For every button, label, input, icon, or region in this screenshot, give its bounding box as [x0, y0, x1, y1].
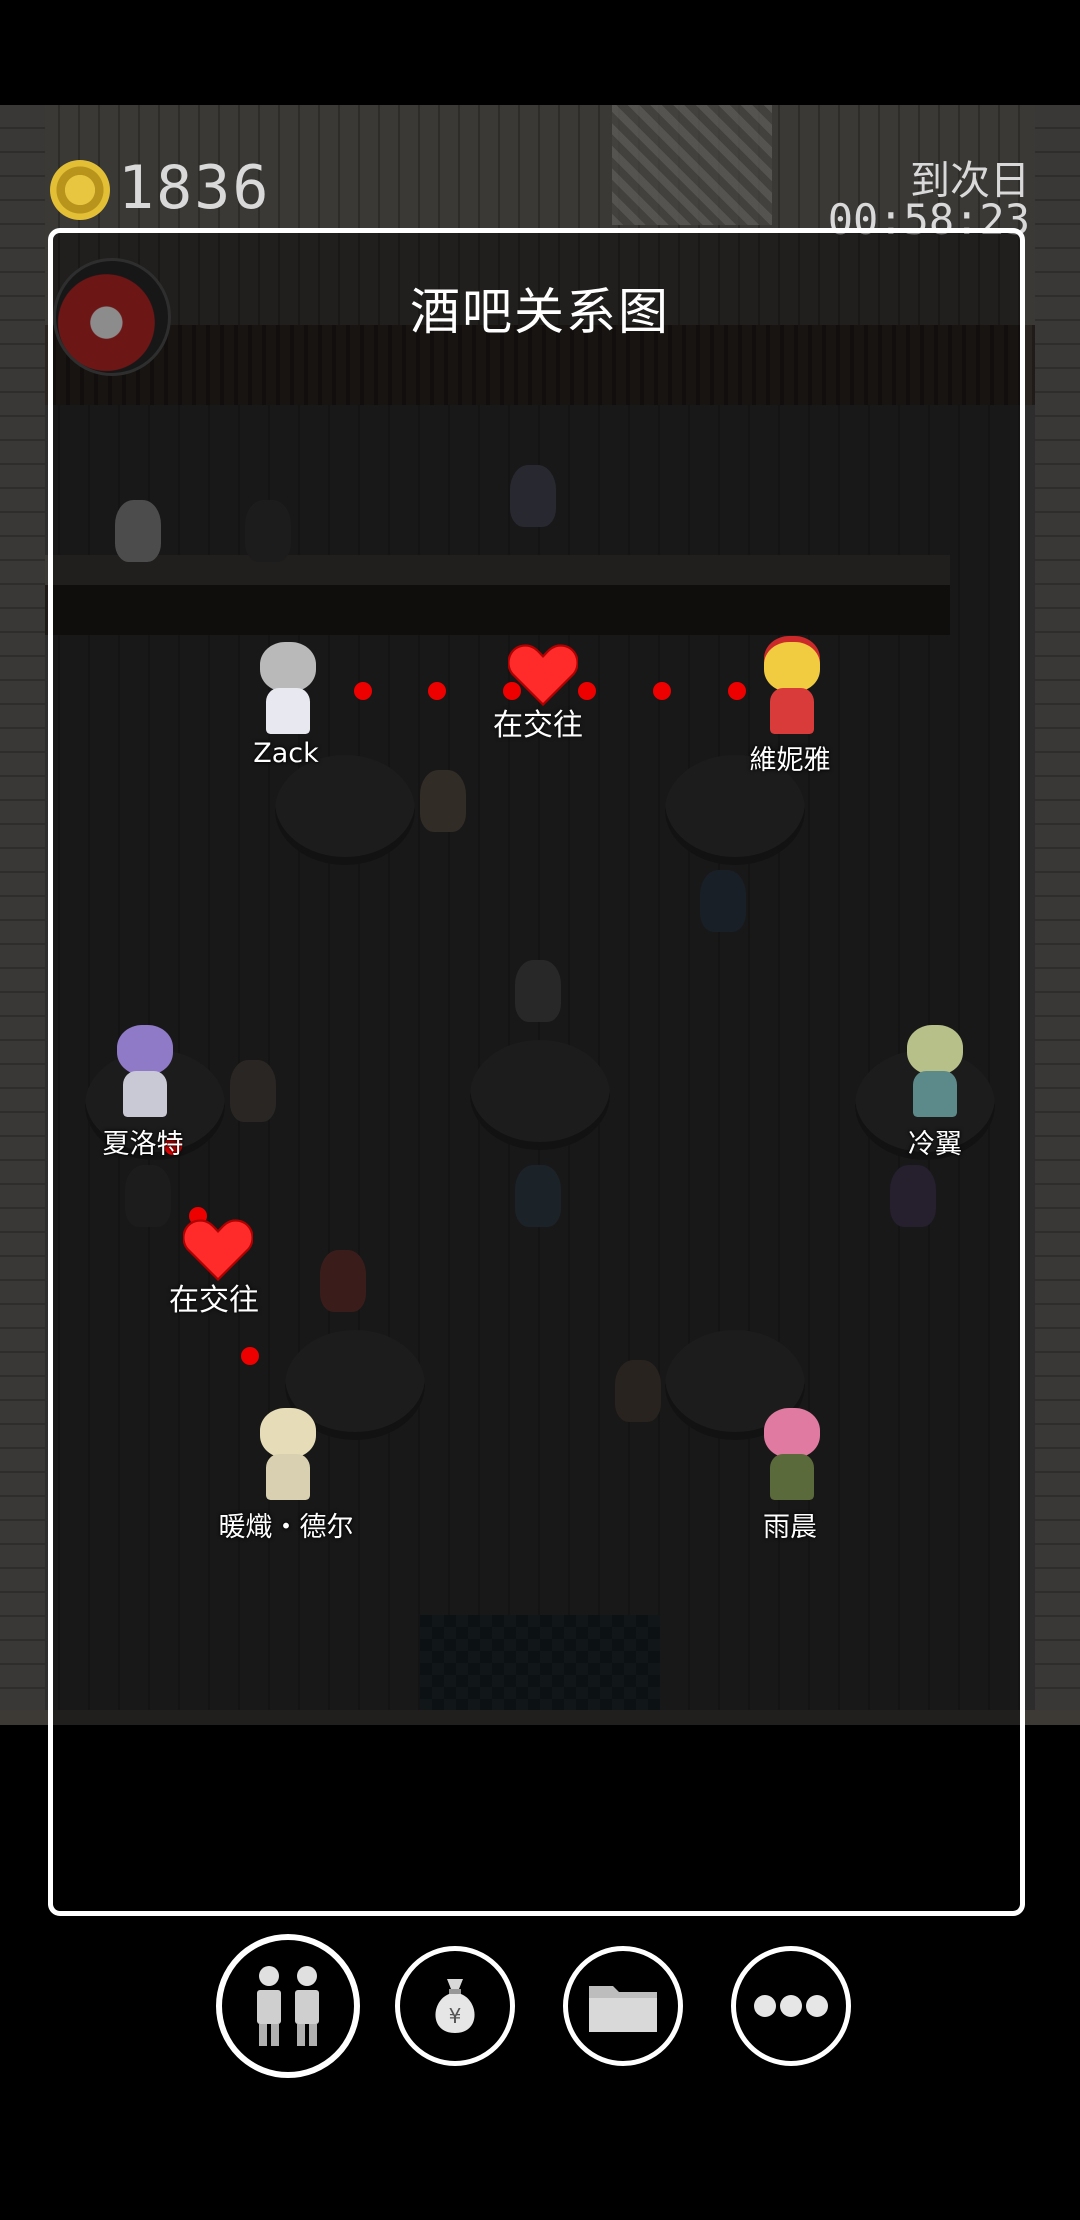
character-head — [260, 642, 316, 692]
character-body — [770, 1454, 814, 1500]
character-zack[interactable] — [248, 642, 328, 742]
money-bag-icon: ¥ — [435, 1979, 475, 2033]
character-name-lengyi: 冷翼 — [908, 1129, 962, 1160]
relation-dot — [653, 682, 671, 700]
finance-button[interactable]: ¥ — [395, 1946, 515, 2066]
heart-icon — [508, 644, 578, 707]
character-body — [770, 688, 814, 734]
character-charlotte[interactable] — [105, 1025, 185, 1125]
money-counter: 1836 — [118, 153, 271, 223]
more-icon — [754, 1995, 828, 2017]
relation-dot — [578, 682, 596, 700]
relation-dot — [354, 682, 372, 700]
character-body — [266, 688, 310, 734]
relationship-panel — [48, 228, 1025, 1916]
files-button[interactable] — [563, 1946, 683, 2066]
people-icon — [257, 1966, 319, 2046]
character-nuancang[interactable] — [248, 1408, 328, 1508]
character-body — [913, 1071, 957, 1117]
relation-dot — [728, 682, 746, 700]
character-body — [123, 1071, 167, 1117]
character-lengyi[interactable] — [895, 1025, 975, 1125]
character-name-charlotte: 夏洛特 — [102, 1129, 184, 1160]
character-name-zack: Zack — [253, 738, 319, 769]
relation-dot — [241, 1347, 259, 1365]
svg-text:¥: ¥ — [449, 2004, 462, 2028]
stacked-crates — [612, 105, 772, 225]
character-name-yuchen: 雨晨 — [763, 1512, 817, 1543]
heart-icon — [183, 1219, 253, 1282]
relation-label: 在交往 — [493, 708, 583, 743]
relation-dot — [428, 682, 446, 700]
folder-icon — [589, 1986, 657, 2032]
panel-title: 酒吧关系图 — [410, 283, 670, 341]
character-yuchen[interactable] — [752, 1408, 832, 1508]
right-wall-column — [1035, 105, 1080, 1725]
character-head — [764, 1408, 820, 1458]
relationship-button[interactable] — [216, 1934, 360, 2078]
character-head — [117, 1025, 173, 1075]
character-name-vivia: 維妮雅 — [749, 745, 831, 776]
character-head — [764, 642, 820, 692]
character-vivia[interactable] — [752, 642, 832, 742]
left-wall-column — [0, 105, 45, 1725]
more-button[interactable] — [731, 1946, 851, 2066]
relation-label: 在交往 — [169, 1283, 259, 1318]
character-body — [266, 1454, 310, 1500]
character-name-nuancang: 暖熾・德尔 — [218, 1512, 354, 1543]
coin-icon — [50, 160, 110, 220]
character-head — [907, 1025, 963, 1075]
character-head — [260, 1408, 316, 1458]
